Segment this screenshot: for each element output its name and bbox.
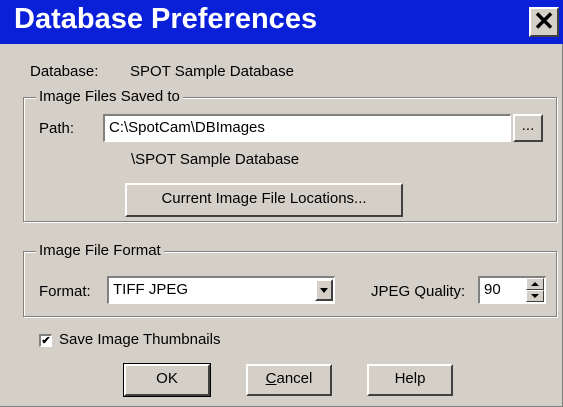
subfolder-text: \SPOT Sample Database [131, 151, 300, 168]
save-thumbnails-label[interactable]: Save Image Thumbnails [59, 331, 220, 348]
image-format-group-label: Image File Format [36, 242, 164, 259]
close-icon[interactable]: ✕ [529, 7, 559, 37]
cancel-label-rest: ancel [276, 370, 313, 387]
window-title: Database Preferences [14, 3, 318, 35]
cancel-button[interactable]: Cancel [246, 364, 332, 396]
database-name: SPOT Sample Database [130, 63, 294, 80]
database-label: Database: [30, 63, 99, 80]
format-select[interactable]: TIFF JPEG [107, 276, 335, 304]
database-preferences-dialog: Database Preferences ✕ Database: SPOT Sa… [0, 0, 563, 407]
spin-down-button[interactable] [526, 290, 544, 302]
format-dropdown-button[interactable] [315, 279, 333, 301]
arrow-up-icon [531, 282, 539, 286]
cancel-mnemonic: C [265, 370, 277, 387]
path-input[interactable]: C:\SpotCam\DBImages [103, 114, 511, 142]
save-thumbnails-checkbox[interactable]: ✔ [39, 334, 52, 347]
format-label: Format: [39, 283, 91, 300]
arrow-down-icon [531, 294, 539, 298]
path-label: Path: [39, 120, 75, 137]
spin-up-button[interactable] [526, 278, 544, 290]
chevron-down-icon [320, 288, 328, 293]
image-files-group-label: Image Files Saved to [36, 88, 183, 105]
jpeg-quality-label: JPEG Quality: [371, 283, 466, 300]
current-image-file-locations-button[interactable]: Current Image File Locations... [125, 183, 403, 217]
ok-button[interactable]: OK [123, 363, 211, 397]
title-bar[interactable]: Database Preferences ✕ [0, 0, 563, 44]
help-button[interactable]: Help [367, 364, 453, 396]
browse-button[interactable]: ... [513, 114, 543, 142]
